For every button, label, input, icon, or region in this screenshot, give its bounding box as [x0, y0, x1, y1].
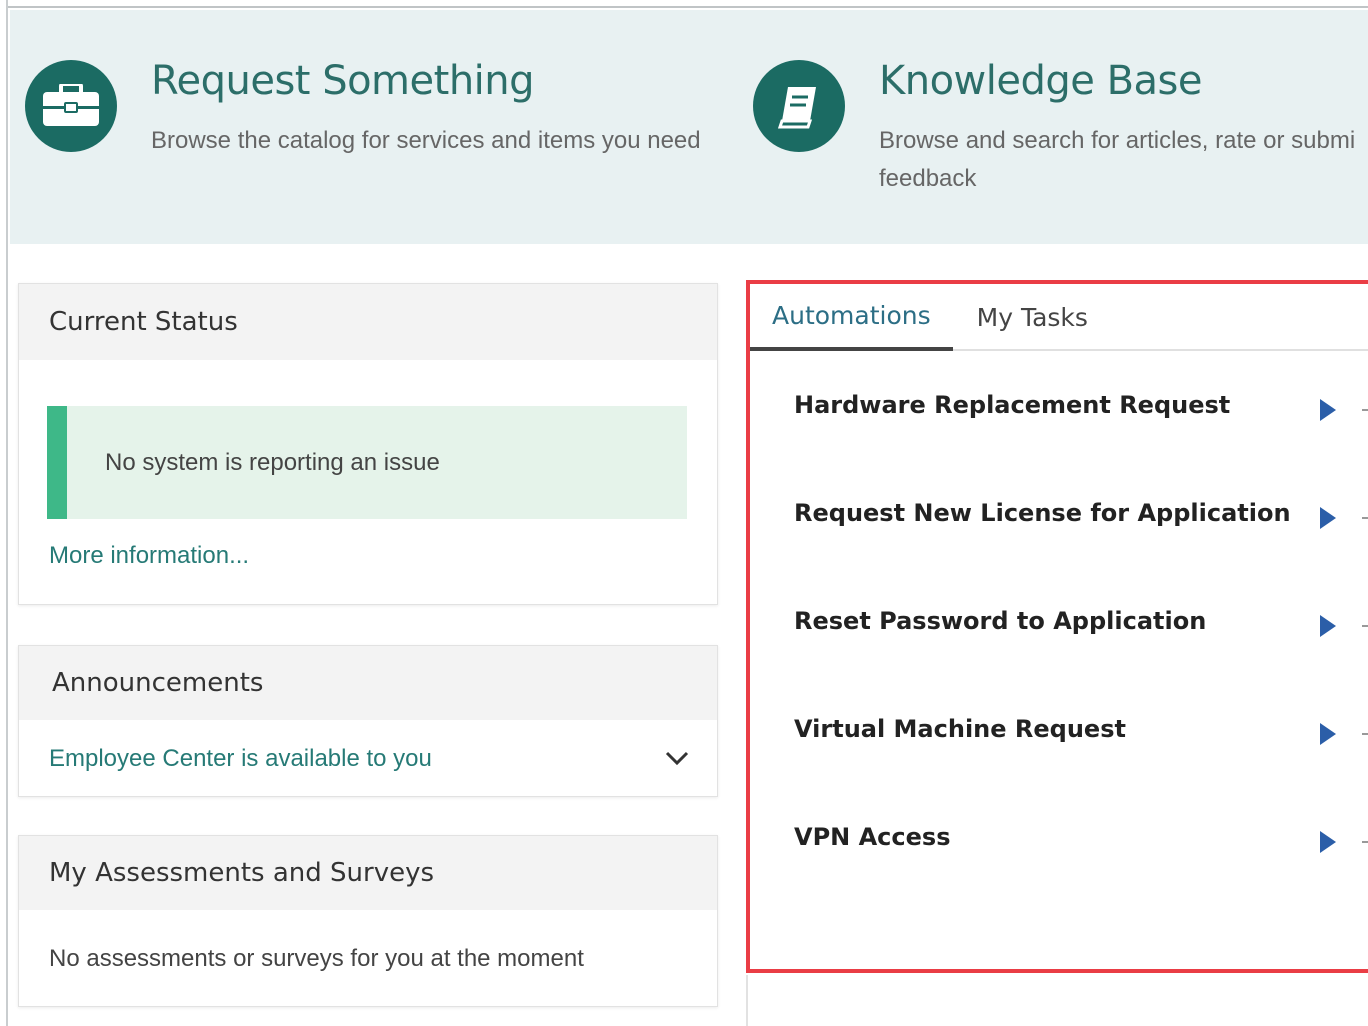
automation-list: Hardware Replacement Request Request New… — [750, 351, 1368, 891]
panel-tabs: Automations My Tasks — [750, 284, 1368, 351]
list-item[interactable]: Virtual Machine Request — [750, 675, 1368, 783]
overflow-dash-icon — [1362, 409, 1368, 411]
announcement-item[interactable]: Employee Center is available to you — [19, 720, 717, 798]
assessments-title: My Assessments and Surveys — [19, 836, 717, 910]
request-something-title[interactable]: Request Something — [151, 58, 701, 104]
announcement-item-label[interactable]: Employee Center is available to you — [49, 745, 432, 773]
tab-my-tasks[interactable]: My Tasks — [953, 284, 1088, 351]
current-status-title: Current Status — [19, 284, 717, 360]
assessments-card: My Assessments and Surveys No assessment… — [18, 835, 718, 1007]
list-item[interactable]: Reset Password to Application — [750, 567, 1368, 675]
overflow-dash-icon — [1362, 733, 1368, 735]
play-arrow-icon[interactable] — [1320, 507, 1336, 529]
overflow-dash-icon — [1362, 625, 1368, 627]
list-item[interactable]: Request New License for Application — [750, 459, 1368, 567]
briefcase-icon — [25, 60, 117, 152]
play-arrow-icon[interactable] — [1320, 723, 1336, 745]
announcements-title: Announcements — [19, 646, 717, 720]
tab-automations[interactable]: Automations — [750, 284, 953, 351]
panel-divider — [746, 975, 748, 1026]
hero-banner: Request Something Browse the catalog for… — [10, 10, 1368, 244]
play-arrow-icon[interactable] — [1320, 615, 1336, 637]
book-icon — [753, 60, 845, 152]
knowledge-base-description-line1: Browse and search for articles, rate or … — [879, 127, 1356, 154]
overflow-dash-icon — [1362, 517, 1368, 519]
window-left-border — [0, 0, 8, 1026]
automations-panel: Automations My Tasks Hardware Replacemen… — [746, 280, 1368, 973]
list-item-label[interactable]: Hardware Replacement Request — [794, 391, 1230, 419]
announcements-card: Announcements Employee Center is availab… — [18, 645, 718, 797]
play-arrow-icon[interactable] — [1320, 831, 1336, 853]
chevron-down-icon[interactable] — [665, 745, 689, 773]
list-item-label[interactable]: Reset Password to Application — [794, 607, 1206, 635]
status-message: No system is reporting an issue — [105, 448, 440, 476]
request-something-card[interactable]: Request Something Browse the catalog for… — [25, 58, 701, 160]
request-something-description: Browse the catalog for services and item… — [151, 127, 701, 154]
list-item-label[interactable]: Virtual Machine Request — [794, 715, 1126, 743]
list-item[interactable]: Hardware Replacement Request — [750, 351, 1368, 459]
assessments-empty-message: No assessments or surveys for you at the… — [49, 945, 584, 972]
overflow-dash-icon — [1362, 841, 1368, 843]
current-status-card: Current Status No system is reporting an… — [18, 283, 718, 605]
status-message-banner: No system is reporting an issue — [47, 406, 687, 519]
knowledge-base-description-line2: feedback — [879, 165, 977, 192]
list-item[interactable]: VPN Access — [750, 783, 1368, 891]
window-top-border — [0, 0, 1368, 8]
list-item-label[interactable]: Request New License for Application — [794, 499, 1291, 527]
knowledge-base-card[interactable]: Knowledge Base Browse and search for art… — [753, 58, 1355, 198]
play-arrow-icon[interactable] — [1320, 399, 1336, 421]
more-information-link[interactable]: More information... — [49, 542, 249, 570]
list-item-label[interactable]: VPN Access — [794, 823, 950, 851]
knowledge-base-description: Browse and search for articles, rate or … — [879, 122, 1355, 198]
knowledge-base-title[interactable]: Knowledge Base — [879, 58, 1355, 104]
